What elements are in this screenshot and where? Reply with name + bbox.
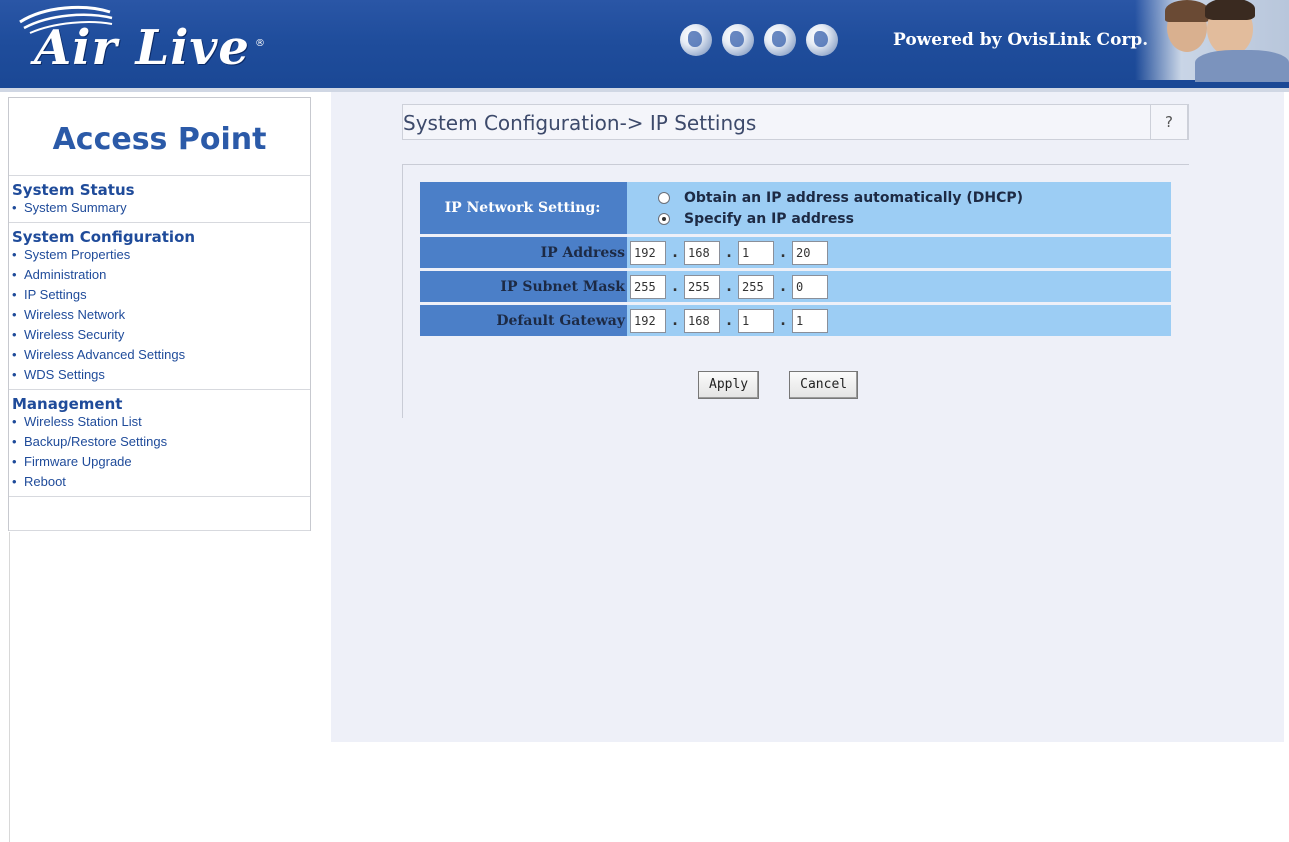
globe-icon (806, 24, 838, 56)
sidebar-item-wireless-station-list[interactable]: • Wireless Station List (9, 412, 310, 432)
table-row: IP Address 192 . 168 . 1 . 20 (420, 237, 1171, 268)
subnet-mask-octet-1[interactable]: 255 (630, 274, 666, 299)
ip-address-octet-4[interactable]: 20 (792, 240, 828, 265)
powered-by-text: Powered by OvisLink Corp. (893, 30, 1149, 50)
sidebar: Access Point System Status • System Summa… (8, 97, 311, 842)
ip-mode-radio-group: Obtain an IP address automatically (DHCP… (630, 187, 1023, 229)
subnet-mask-octet-4[interactable]: 0 (792, 274, 828, 299)
gateway-octet-3[interactable]: 1 (738, 308, 774, 333)
globe-icons (680, 24, 838, 56)
header-banner: Air Live ® Powered by OvisLink Corp. (0, 0, 1289, 92)
main-panel: System Configuration-> IP Settings ? IP … (331, 92, 1284, 742)
sidebar-item-backup-restore-settings[interactable]: • Backup/Restore Settings (9, 432, 310, 452)
subnet-mask-octet-2[interactable]: 255 (684, 274, 720, 299)
sidebar-title: Access Point (9, 98, 310, 176)
gateway-octet-2[interactable]: 168 (684, 308, 720, 333)
person-photo (1205, 0, 1255, 56)
table-row: Default Gateway 192 . 168 . 1 . 1 (420, 305, 1171, 336)
sidebar-item-administration[interactable]: • Administration (9, 265, 310, 285)
header-people-photo (1135, 0, 1289, 82)
menu-heading: Management (12, 395, 123, 413)
globe-icon (764, 24, 796, 56)
globe-icon (722, 24, 754, 56)
apply-button[interactable]: Apply (698, 371, 760, 399)
menu-section-system-status: System Status • System Summary (9, 176, 310, 223)
cancel-button[interactable]: Cancel (789, 371, 859, 399)
menu-heading: System Configuration (12, 228, 196, 246)
airlive-logo: Air Live (34, 20, 250, 76)
gateway-octet-4[interactable]: 1 (792, 308, 828, 333)
static-ip-label: Specify an IP address (684, 210, 854, 227)
menu-section-management: Management • Wireless Station List • Backu… (9, 390, 310, 497)
person-photo (1165, 0, 1209, 52)
globe-icon (680, 24, 712, 56)
sidebar-item-firmware-upgrade[interactable]: • Firmware Upgrade (9, 452, 310, 472)
table-row: IP Subnet Mask 255 . 255 . 255 . 0 (420, 271, 1171, 302)
sidebar-item-wds-settings[interactable]: • WDS Settings (9, 365, 310, 385)
dhcp-radio[interactable] (658, 191, 670, 204)
menu-section-system-configuration: System Configuration • System Properties … (9, 223, 310, 390)
table-row: IP Network Setting: Obtain an IP address… (420, 182, 1171, 234)
sidebar-item-reboot[interactable]: • Reboot (9, 472, 310, 492)
ip-settings-table: IP Network Setting: Obtain an IP address… (420, 182, 1171, 339)
dhcp-option[interactable]: Obtain an IP address automatically (DHCP… (658, 187, 1023, 208)
field-label: Default Gateway (420, 305, 627, 336)
field-label: IP Subnet Mask (420, 271, 627, 302)
subnet-mask-octet-3[interactable]: 255 (738, 274, 774, 299)
sidebar-item-ip-settings[interactable]: • IP Settings (9, 285, 310, 305)
static-ip-option[interactable]: Specify an IP address (658, 208, 1023, 229)
gateway-octet-1[interactable]: 192 (630, 308, 666, 333)
static-ip-radio[interactable] (658, 212, 670, 225)
field-label: IP Address (420, 237, 627, 268)
form-buttons: Apply Cancel (698, 371, 859, 399)
help-button[interactable]: ? (1150, 104, 1188, 140)
dhcp-label: Obtain an IP address automatically (DHCP… (684, 189, 1024, 206)
field-label: IP Network Setting: (420, 182, 627, 234)
sidebar-item-system-properties[interactable]: • System Properties (9, 245, 310, 265)
sidebar-item-wireless-network[interactable]: • Wireless Network (9, 305, 310, 325)
ip-address-octet-3[interactable]: 1 (738, 240, 774, 265)
registered-mark: ® (255, 38, 265, 49)
ip-address-octet-1[interactable]: 192 (630, 240, 666, 265)
sidebar-item-system-summary[interactable]: • System Summary (9, 198, 310, 218)
divider (402, 164, 1189, 165)
sidebar-item-wireless-security[interactable]: • Wireless Security (9, 325, 310, 345)
divider (402, 164, 403, 418)
sidebar-item-wireless-advanced-settings[interactable]: • Wireless Advanced Settings (9, 345, 310, 365)
ip-address-octet-2[interactable]: 168 (684, 240, 720, 265)
page-title: System Configuration-> IP Settings (403, 111, 757, 135)
menu-heading: System Status (12, 181, 135, 199)
page-title-bar: System Configuration-> IP Settings ? (402, 104, 1189, 140)
